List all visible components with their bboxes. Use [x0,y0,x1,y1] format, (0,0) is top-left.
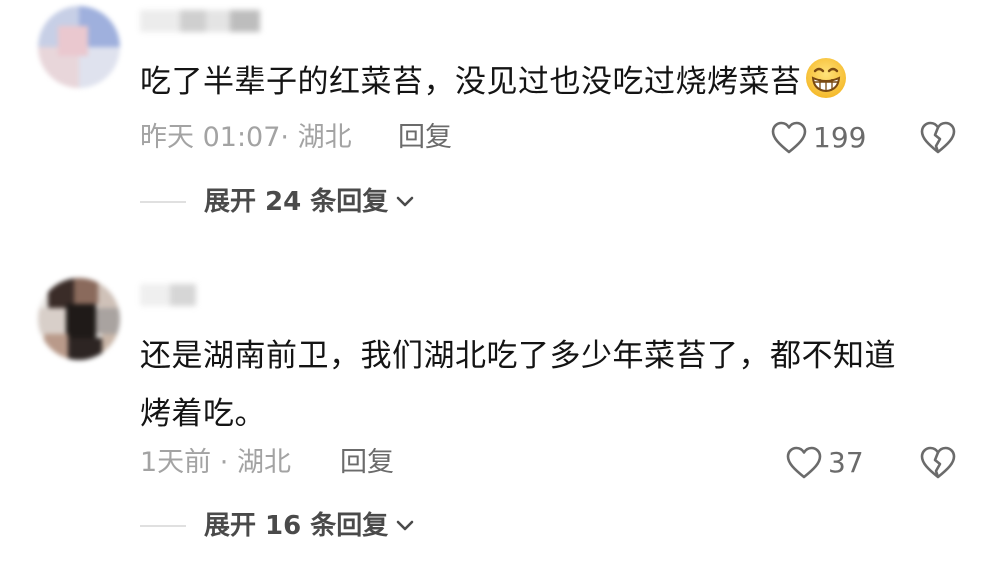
heart-outline-icon [771,121,807,154]
broken-heart-icon [920,446,956,479]
like-button[interactable]: 37 [786,443,864,483]
comment-text-content: 吃了半辈子的红菜苔，没见过也没吃过烧烤菜苔 [140,64,802,100]
comment-item: 吃了半辈子的红菜苔，没见过也没吃过烧烤菜苔 昨天 01:07· 湖北 回复 19… [0,0,996,260]
comment-meta: 1天前 · 湖北 [140,443,291,483]
like-count: 37 [828,446,864,479]
expand-replies-label: 展开 16 条回复 [204,511,389,541]
avatar[interactable] [38,278,120,360]
comment-text: 吃了半辈子的红菜苔，没见过也没吃过烧烤菜苔 [140,56,970,108]
divider-line [140,201,186,203]
like-button[interactable]: 199 [771,118,866,158]
comment-item: 还是湖南前卫，我们湖北吃了多少年菜苔了，都不知道 烤着吃。 1天前 · 湖北 回… [0,270,996,569]
comment-text: 还是湖南前卫，我们湖北吃了多少年菜苔了，都不知道 烤着吃。 [140,330,970,440]
heart-outline-icon [786,446,822,479]
comment-location: · 湖北 [280,122,352,153]
chevron-down-icon [396,196,414,207]
like-count: 199 [813,121,867,154]
expand-replies-label: 展开 24 条回复 [204,187,389,217]
comment-text-line: 还是湖南前卫，我们湖北吃了多少年菜苔了，都不知道 [140,338,896,374]
username[interactable] [140,284,196,306]
comment-meta: 昨天 01:07· 湖北 [140,118,352,158]
reply-button[interactable]: 回复 [340,443,394,483]
username[interactable] [140,10,260,32]
expand-replies-button[interactable]: 展开 24 条回复 [140,182,416,222]
broken-heart-icon [920,121,956,154]
dislike-button[interactable] [920,446,956,484]
divider-line [140,525,186,527]
dislike-button[interactable] [920,121,956,159]
reply-button[interactable]: 回复 [398,118,452,158]
chevron-down-icon [396,520,414,531]
grin-emoji [804,56,848,100]
comment-time: 1天前 [140,447,212,478]
comment-location: · 湖北 [219,447,291,478]
comment-text-line: 烤着吃。 [140,396,266,432]
comment-time: 昨天 01:07 [140,122,281,153]
expand-replies-button[interactable]: 展开 16 条回复 [140,506,416,546]
avatar[interactable] [38,6,120,88]
